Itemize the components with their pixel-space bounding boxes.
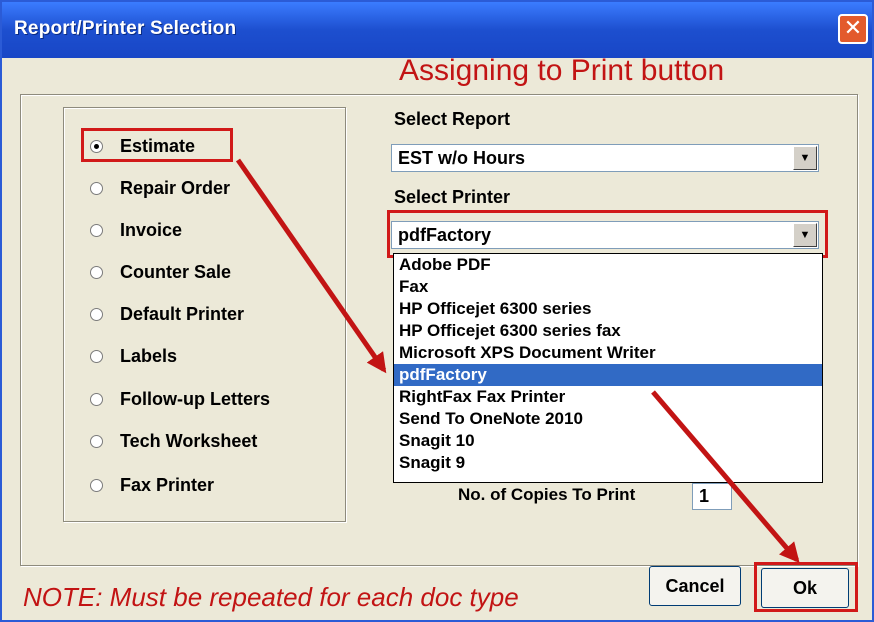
annotation-arrows: [235, 158, 800, 564]
arrow-printer-to-ok: [651, 390, 800, 564]
arrow-estimate-to-printer: [235, 158, 387, 374]
